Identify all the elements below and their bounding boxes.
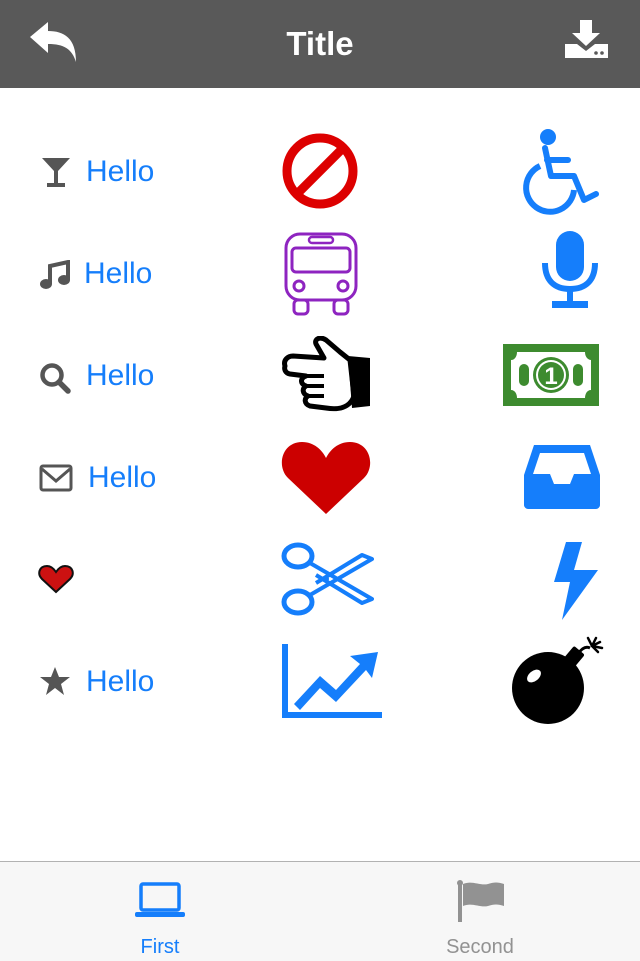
page-title: Title [286,25,354,62]
tab-bar: First Second [0,861,640,961]
row-label-hello: Hello [86,155,155,188]
download-tray-icon [565,20,608,58]
tab-second[interactable]: Second [320,862,640,961]
row-label-hello: Hello [86,665,155,698]
microphone-icon [542,231,598,308]
wheelchair-icon [523,129,599,215]
music-note-icon [40,260,70,289]
star-icon [40,667,70,695]
search-icon [40,363,71,394]
row-label-hello: Hello [84,257,153,290]
tab-first[interactable]: First [0,862,320,961]
download-button[interactable] [562,18,612,60]
scissors-icon [281,542,374,616]
row-label-hello: Hello [86,359,155,392]
lightning-bolt-icon [554,542,598,620]
laptop-icon [135,882,185,917]
envelope-icon [39,464,73,492]
ban-icon [282,133,358,209]
bus-icon [284,232,358,316]
hand-pointing-left-icon [282,336,370,412]
icon-grid: Hello Hello Hello 1 Hello Hello [0,88,640,861]
money-bill-number: 1 [544,363,557,390]
area-chart-icon [282,644,382,718]
money-bill-icon: 1 [503,344,599,406]
bomb-icon [512,636,604,724]
tab-first-label: First [140,936,180,958]
navigation-bar: Title [0,0,640,88]
back-button[interactable] [28,20,80,64]
row-label-hello: Hello [88,461,157,494]
reply-arrow-icon [30,22,76,62]
tab-second-label: Second [446,936,514,958]
inbox-tray-icon [524,445,600,509]
heart-icon [281,442,371,514]
small-heart-icon [38,564,74,594]
flag-icon [457,880,504,922]
cocktail-glass-icon [42,158,70,187]
